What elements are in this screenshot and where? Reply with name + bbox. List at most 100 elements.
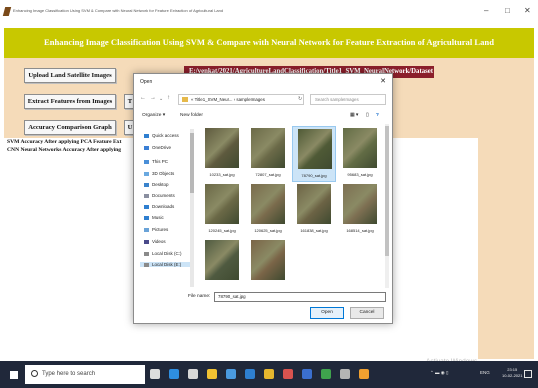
file-item[interactable]: 10233_sat.jpg	[200, 126, 244, 182]
app-icon-red[interactable]	[283, 369, 293, 379]
app-icon-gray[interactable]	[340, 369, 350, 379]
taskbar-search-box[interactable]: Type here to search	[25, 365, 145, 384]
nav-item[interactable]: Local Disk (E:)	[140, 262, 192, 267]
cloud-icon	[144, 145, 149, 150]
file-name: 168514_sat.jpg	[346, 228, 374, 233]
nav-item-label: Local Disk (E:)	[152, 262, 182, 267]
recent-chevron-icon[interactable]: ⌄	[159, 96, 163, 102]
system-clock[interactable]: 23:15 10-02-2021	[502, 367, 522, 379]
ie-icon[interactable]	[245, 369, 255, 379]
file-item[interactable]: 168514_sat.jpg	[338, 182, 382, 238]
preview-pane-icon[interactable]: ▯	[366, 113, 369, 118]
nav-item[interactable]: Local Disk (C:)	[144, 251, 182, 256]
maximize-button[interactable]: □	[505, 6, 510, 15]
nav-item[interactable]: Downloads	[144, 204, 174, 209]
satellite-thumbnail	[297, 184, 331, 224]
taskbar: Type here to search ⌃ ▬ ◉ ▯ ENG 23:15 10…	[0, 361, 538, 388]
disk-icon	[144, 262, 149, 267]
nav-item[interactable]: 3D Objects	[144, 171, 174, 176]
file-name: 120625_sat.jpg	[254, 228, 282, 233]
file-name: 161838_sat.jpg	[300, 228, 328, 233]
nav-item[interactable]: Documents	[144, 193, 175, 198]
file-scrollbar[interactable]	[385, 124, 389, 288]
filename-label: File name:	[188, 294, 211, 299]
nav-item-label: Music	[152, 215, 164, 220]
store-icon[interactable]	[188, 369, 198, 379]
view-options-icon[interactable]: ▦ ▾	[350, 113, 358, 118]
mail-icon[interactable]	[226, 369, 236, 379]
filename-input[interactable]: 78790_sat.jpg	[214, 292, 386, 302]
window-title: Enhancing Image Classification Using SVM…	[13, 8, 224, 13]
nav-item-label: OneDrive	[152, 145, 172, 150]
file-item[interactable]: 78790_sat.jpg	[292, 126, 336, 182]
edge-icon[interactable]	[169, 369, 179, 379]
file-item[interactable]: 161838_sat.jpg	[292, 182, 336, 238]
file-item[interactable]	[200, 238, 244, 294]
up-arrow-icon[interactable]: ↑	[167, 95, 170, 101]
satellite-thumbnail	[205, 184, 239, 224]
video-icon	[144, 239, 149, 244]
folder-icon	[182, 97, 188, 102]
python-icon[interactable]	[359, 369, 369, 379]
file-item[interactable]	[246, 238, 290, 294]
nav-item[interactable]: OneDrive	[144, 145, 171, 150]
nav-item[interactable]: Pictures	[144, 227, 168, 232]
minimize-button[interactable]: –	[484, 6, 488, 15]
nav-item-label: Quick access	[152, 133, 179, 138]
nav-item-label: This PC	[152, 159, 169, 164]
nav-item-label: Desktop	[152, 182, 169, 187]
task-view-icon[interactable]	[150, 369, 160, 379]
chrome-icon[interactable]	[264, 369, 274, 379]
search-input[interactable]: Search sampleImages	[310, 94, 386, 105]
file-item[interactable]: 72807_sat.jpg	[246, 126, 290, 182]
extract-features-button[interactable]: Extract Features from Images	[24, 94, 116, 109]
satellite-thumbnail	[343, 128, 377, 168]
upload-images-button[interactable]: Upload Land Satellite Images	[24, 68, 116, 83]
satellite-thumbnail	[298, 129, 332, 169]
nav-item[interactable]: Music	[144, 215, 164, 220]
clock-date: 10-02-2021	[502, 373, 523, 378]
feather-icon	[2, 7, 12, 16]
new-folder-button[interactable]: New folder	[180, 113, 203, 118]
nav-item-label: Pictures	[152, 227, 169, 232]
notification-center-icon[interactable]	[524, 370, 532, 378]
music-icon	[144, 215, 149, 220]
accuracy-graph-button[interactable]: Accuracy Comparison Graph	[24, 120, 116, 135]
nav-item[interactable]: Desktop	[144, 182, 169, 187]
dialog-close-icon[interactable]: ✕	[380, 77, 386, 85]
file-name: 120245_sat.jpg	[208, 228, 236, 233]
refresh-icon[interactable]: ↻	[298, 96, 302, 102]
open-button[interactable]: Open	[310, 307, 344, 319]
address-row: ← → ⌄ ↑ « Title1_SVM_Neur... › sampleIma…	[138, 94, 390, 106]
satellite-thumbnail	[205, 128, 239, 168]
organize-menu[interactable]: Organize ▾	[142, 113, 165, 118]
close-button[interactable]: ✕	[524, 6, 531, 15]
file-item[interactable]: 120625_sat.jpg	[246, 182, 290, 238]
file-explorer-icon[interactable]	[207, 369, 217, 379]
windows-start-icon[interactable]	[10, 371, 18, 379]
navigation-pane: Quick access OneDrive This PC 3D Objects Des…	[140, 129, 196, 287]
app-icon-green[interactable]	[321, 369, 331, 379]
language-indicator[interactable]: ENG	[480, 370, 490, 375]
forward-arrow-icon[interactable]: →	[150, 95, 156, 101]
tray-icons[interactable]: ⌃ ▬ ◉ ▯	[430, 370, 448, 376]
help-icon[interactable]: ?	[376, 113, 379, 118]
nav-item-label: Videos	[152, 239, 166, 244]
nav-item[interactable]: Quick access	[144, 133, 179, 138]
app-icon-blue[interactable]	[302, 369, 312, 379]
satellite-thumbnail	[343, 184, 377, 224]
file-name: 72807_sat.jpg	[255, 172, 281, 177]
nav-item[interactable]: Videos	[144, 239, 166, 244]
file-item[interactable]: 120245_sat.jpg	[200, 182, 244, 238]
file-item[interactable]: 95683_sat.jpg	[338, 126, 382, 182]
back-arrow-icon[interactable]: ←	[140, 95, 146, 101]
cancel-button[interactable]: Cancel	[350, 307, 384, 319]
nav-scrollbar[interactable]	[190, 129, 194, 287]
file-name: 10233_sat.jpg	[209, 172, 235, 177]
nav-item[interactable]: This PC	[144, 159, 168, 164]
breadcrumb: « Title1_SVM_Neur... › sampleImages	[191, 97, 265, 102]
desktop-icon	[144, 182, 149, 187]
address-bar[interactable]: « Title1_SVM_Neur... › sampleImages	[178, 94, 304, 105]
cube-icon	[144, 171, 149, 176]
window-titlebar: Enhancing Image Classification Using SVM…	[0, 0, 538, 24]
